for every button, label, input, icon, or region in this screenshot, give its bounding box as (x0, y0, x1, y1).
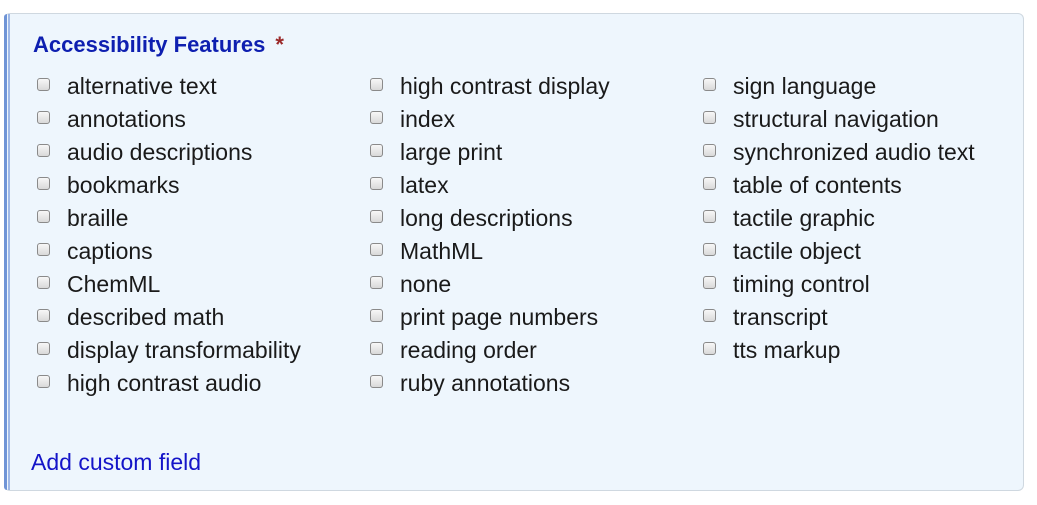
checkbox-label: transcript (733, 304, 828, 330)
checkbox-label: display transformability (67, 337, 301, 363)
checkbox[interactable] (370, 342, 383, 355)
checkbox-label: large print (400, 139, 503, 165)
checkbox[interactable] (703, 111, 716, 124)
checkbox-label: annotations (67, 106, 186, 132)
checkbox-option[interactable]: transcript (703, 301, 1036, 334)
checkbox[interactable] (703, 210, 716, 223)
checkbox-label: MathML (400, 238, 484, 264)
checkbox[interactable] (37, 243, 50, 256)
checkbox[interactable] (37, 144, 50, 157)
checkbox-option[interactable]: display transformability (37, 334, 370, 367)
checkbox[interactable] (37, 210, 50, 223)
add-custom-field-link[interactable]: Add custom field (31, 449, 201, 476)
checkbox-option[interactable]: tactile graphic (703, 202, 1036, 235)
checkbox-label: index (400, 106, 455, 132)
checkbox-label: table of contents (733, 172, 902, 198)
checkbox[interactable] (703, 78, 716, 91)
checkbox[interactable] (37, 276, 50, 289)
checkbox-label: tts markup (733, 337, 841, 363)
checkbox[interactable] (370, 243, 383, 256)
checkbox-label: structural navigation (733, 106, 939, 132)
checkbox-option[interactable]: long descriptions (370, 202, 703, 235)
checkbox-label: audio descriptions (67, 139, 253, 165)
checkbox-label: high contrast audio (67, 370, 262, 396)
checkbox[interactable] (370, 177, 383, 190)
checkbox-option[interactable]: tactile object (703, 235, 1036, 268)
checkbox-label: high contrast display (400, 73, 610, 99)
checkbox-label: long descriptions (400, 205, 573, 231)
checkbox-option[interactable]: synchronized audio text (703, 136, 1036, 169)
checkbox[interactable] (703, 243, 716, 256)
checkbox[interactable] (703, 144, 716, 157)
checkbox[interactable] (37, 78, 50, 91)
checkbox-label: timing control (733, 271, 870, 297)
checkbox-option[interactable]: high contrast display (370, 70, 703, 103)
checkbox[interactable] (370, 144, 383, 157)
checkbox[interactable] (370, 276, 383, 289)
checkbox[interactable] (703, 309, 716, 322)
checkbox-label: braille (67, 205, 129, 231)
checkbox-option[interactable]: bookmarks (37, 169, 370, 202)
checkbox[interactable] (370, 210, 383, 223)
checkbox-label: alternative text (67, 73, 217, 99)
checkbox-label: none (400, 271, 452, 297)
checkbox[interactable] (370, 78, 383, 91)
checkbox-label: bookmarks (67, 172, 180, 198)
checkbox-label: tactile graphic (733, 205, 875, 231)
checkbox-option[interactable]: captions (37, 235, 370, 268)
checkbox-option[interactable]: audio descriptions (37, 136, 370, 169)
checkbox[interactable] (703, 342, 716, 355)
checkbox-label: described math (67, 304, 225, 330)
checkbox-option[interactable]: annotations (37, 103, 370, 136)
checkbox-option[interactable]: ChemML (37, 268, 370, 301)
checkbox-option[interactable]: structural navigation (703, 103, 1036, 136)
checkbox-option[interactable]: none (370, 268, 703, 301)
checkbox[interactable] (370, 111, 383, 124)
checkbox-option[interactable]: print page numbers (370, 301, 703, 334)
checkbox[interactable] (703, 276, 716, 289)
checkbox[interactable] (37, 111, 50, 124)
checkbox-option[interactable]: described math (37, 301, 370, 334)
checkbox-label: ruby annotations (400, 370, 571, 396)
checkbox-label: synchronized audio text (733, 139, 975, 165)
checkbox-option[interactable]: ruby annotations (370, 367, 703, 400)
checkbox-label: tactile object (733, 238, 861, 264)
checkbox[interactable] (37, 375, 50, 388)
checkbox-option[interactable]: table of contents (703, 169, 1036, 202)
panel-accent-border (4, 14, 10, 490)
checkbox[interactable] (37, 177, 50, 190)
checkbox-option[interactable]: sign language (703, 70, 1036, 103)
section-title-text: Accessibility Features (33, 32, 266, 57)
checkbox[interactable] (37, 342, 50, 355)
checkbox-option[interactable]: latex (370, 169, 703, 202)
checkbox-option[interactable]: large print (370, 136, 703, 169)
checkbox-option[interactable]: timing control (703, 268, 1036, 301)
checkbox-label: print page numbers (400, 304, 599, 330)
checkbox-option[interactable]: high contrast audio (37, 367, 370, 400)
accessibility-features-panel: Accessibility Features * alternative text… (4, 13, 1024, 491)
checkbox-option[interactable]: braille (37, 202, 370, 235)
checkbox-option[interactable]: tts markup (703, 334, 1036, 367)
section-title: Accessibility Features * (33, 32, 284, 58)
checkbox[interactable] (370, 309, 383, 322)
checkbox-label: reading order (400, 337, 537, 363)
options-grid: alternative text annotations audio descrip… (37, 70, 1036, 400)
checkbox-option[interactable]: MathML (370, 235, 703, 268)
checkbox-label: captions (67, 238, 153, 264)
checkbox-label: latex (400, 172, 449, 198)
checkbox-option[interactable]: index (370, 103, 703, 136)
checkbox-label: sign language (733, 73, 877, 99)
checkbox-option[interactable]: alternative text (37, 70, 370, 103)
required-asterisk: * (275, 32, 284, 57)
checkbox[interactable] (370, 375, 383, 388)
checkbox-label: ChemML (67, 271, 161, 297)
checkbox[interactable] (37, 309, 50, 322)
checkbox-option[interactable]: reading order (370, 334, 703, 367)
checkbox[interactable] (703, 177, 716, 190)
